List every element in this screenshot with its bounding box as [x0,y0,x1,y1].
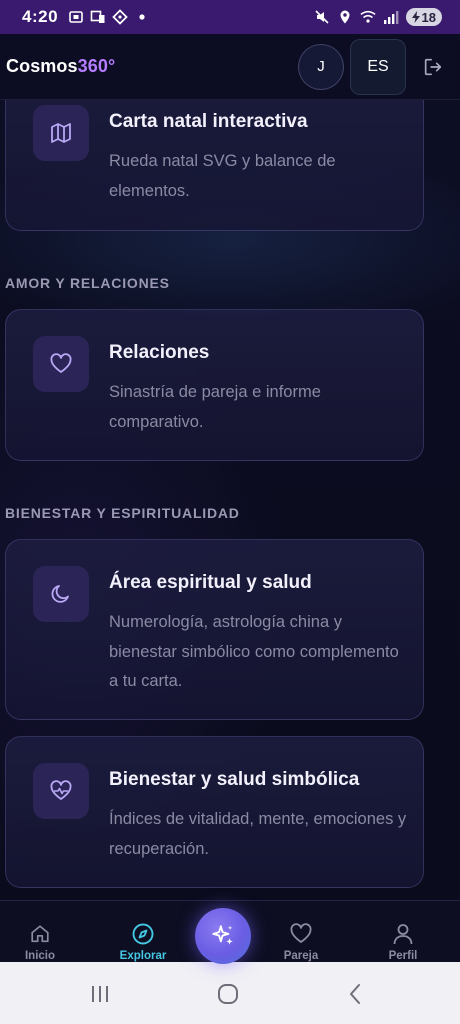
card-bienestar-salud[interactable]: Bienestar y salud simbólica Índices de v… [5,736,424,888]
language-button[interactable]: ES [350,38,406,95]
app-header: Cosmos360° J ES [0,34,460,100]
back-button[interactable] [342,980,370,1008]
status-time: 4:20 [22,7,59,26]
nav-label: Pareja [283,950,319,962]
cast-icon [90,9,106,25]
nav-label: Explorar [119,950,167,962]
card-area-espiritual[interactable]: Área espiritual y salud Numerología, ast… [5,539,424,720]
mute-icon [314,9,330,25]
heart-icon [288,921,314,947]
nav-explorar[interactable]: Explorar [103,901,183,963]
user-icon [390,921,416,947]
card-title: Bienestar y salud simbólica [109,769,360,790]
home-circle-icon [218,984,238,1004]
battery-indicator: 18 [405,8,442,26]
card-description: Numerología, astrología china y bienesta… [109,613,399,690]
card-title: Relaciones [109,342,210,363]
card-title: Carta natal interactiva [109,111,308,132]
logout-icon [424,58,442,75]
dot-icon [134,9,150,25]
tag-icon [112,9,128,25]
nav-pareja[interactable]: Pareja [261,901,341,963]
oracle-fab-button[interactable] [195,908,251,964]
logo-accent: 360° [77,56,116,76]
card-carta-natal[interactable]: Carta natal interactiva Rueda natal SVG … [5,100,424,231]
sparkles-icon [212,925,233,945]
card-description: Índices de vitalidad, mente, emociones y… [109,810,407,858]
wifi-icon [359,9,376,25]
app-screen: 4:20 18 Cosmos360° J ES Carta natal inte… [0,0,460,1024]
location-icon [337,9,353,25]
signal-icon [383,9,399,25]
avatar-button[interactable]: J [298,43,344,90]
card-icon-box [33,105,89,161]
compass-icon [130,921,156,947]
status-bar: 4:20 18 [0,0,460,34]
home-button[interactable] [214,980,242,1008]
heart-icon [50,353,72,373]
card-description: Rueda natal SVG y balance de elementos. [109,152,336,200]
section-wellness-label: BIENESTAR Y ESPIRITUALIDAD [5,505,240,521]
logout-button[interactable] [420,54,446,80]
system-nav-bar [0,962,460,1024]
logo-main: Cosmos [6,56,78,76]
nav-inicio[interactable]: Inicio [0,901,80,963]
screenshot-icon [68,9,84,25]
nav-perfil[interactable]: Perfil [363,901,443,963]
nav-label: Inicio [24,950,56,962]
battery-level: 18 [421,9,436,25]
app-logo[interactable]: Cosmos360° [6,56,115,77]
home-icon [27,921,53,947]
card-icon-box [33,336,89,392]
card-icon-box [33,763,89,819]
map-icon [51,123,71,143]
charging-icon [411,11,420,23]
recents-button[interactable] [86,980,114,1008]
explore-content[interactable]: Carta natal interactiva Rueda natal SVG … [0,100,460,900]
recents-icon [92,986,108,1002]
nav-label: Perfil [388,950,418,962]
heart-pulse-icon [50,780,72,800]
section-love-label: AMOR Y RELACIONES [5,275,170,291]
card-description: Sinastría de pareja e informe comparativ… [109,383,321,431]
back-icon [350,984,360,1004]
moon-icon [51,585,69,603]
card-icon-box [33,566,89,622]
card-relaciones[interactable]: Relaciones Sinastría de pareja e informe… [5,309,424,461]
card-title: Área espiritual y salud [109,572,312,593]
